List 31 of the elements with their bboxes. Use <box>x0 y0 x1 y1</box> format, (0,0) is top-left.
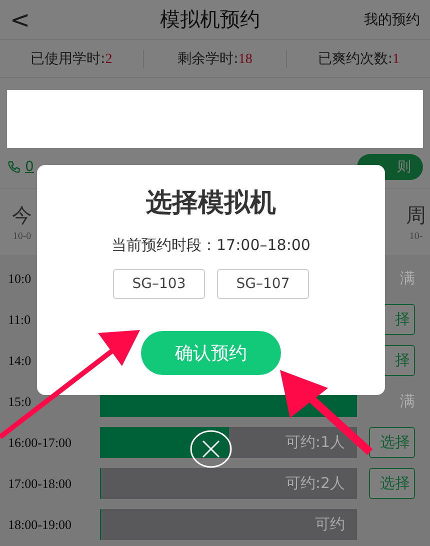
capacity-text: 可约:2人 <box>285 474 346 493</box>
simulator-option[interactable]: SG–103 <box>113 269 205 299</box>
page-title: 模拟机预约 <box>160 6 260 33</box>
close-button[interactable] <box>190 430 232 468</box>
phone-icon <box>7 160 21 174</box>
slot-time: 16:00-17:00 <box>8 434 73 450</box>
stat-text: 剩余学时:18 <box>144 50 288 68</box>
slot-time: 10:0 <box>8 270 32 286</box>
capacity-text: 可约:1人 <box>285 433 346 452</box>
date-tab-date: 10-0 <box>12 231 32 242</box>
slot-time: 18:00-19:00 <box>8 516 73 532</box>
confirm-button[interactable]: 确认预约 <box>141 331 281 375</box>
slot-time: 11:0 <box>8 312 32 328</box>
select-button[interactable]: 选择 <box>369 427 415 458</box>
simulator-option[interactable]: SG–107 <box>217 269 309 299</box>
close-icon <box>190 430 232 468</box>
slot-time: 15:0 <box>8 394 32 410</box>
booking-period: 当前预约时段：17:00–18:00 <box>112 236 310 255</box>
capacity-text: 可约 <box>315 515 346 534</box>
slot-time: 17:00-18:00 <box>8 476 73 492</box>
phone-link[interactable]: 0 <box>7 159 34 175</box>
date-tab-date: 10- <box>409 231 423 242</box>
stat-text: 已使用学时:2 <box>0 50 144 68</box>
date-tab-day[interactable]: 今 <box>12 202 32 229</box>
select-button[interactable]: 选择 <box>369 468 415 499</box>
dialog-title: 选择模拟机 <box>146 187 276 220</box>
slot-time: 14:0 <box>8 352 32 368</box>
back-button[interactable]: < <box>10 6 70 34</box>
date-tab-day[interactable]: 周 <box>406 202 426 229</box>
my-bookings-link[interactable]: 我的预约 <box>350 10 420 28</box>
stat-text: 已爽约次数:1 <box>316 50 401 68</box>
